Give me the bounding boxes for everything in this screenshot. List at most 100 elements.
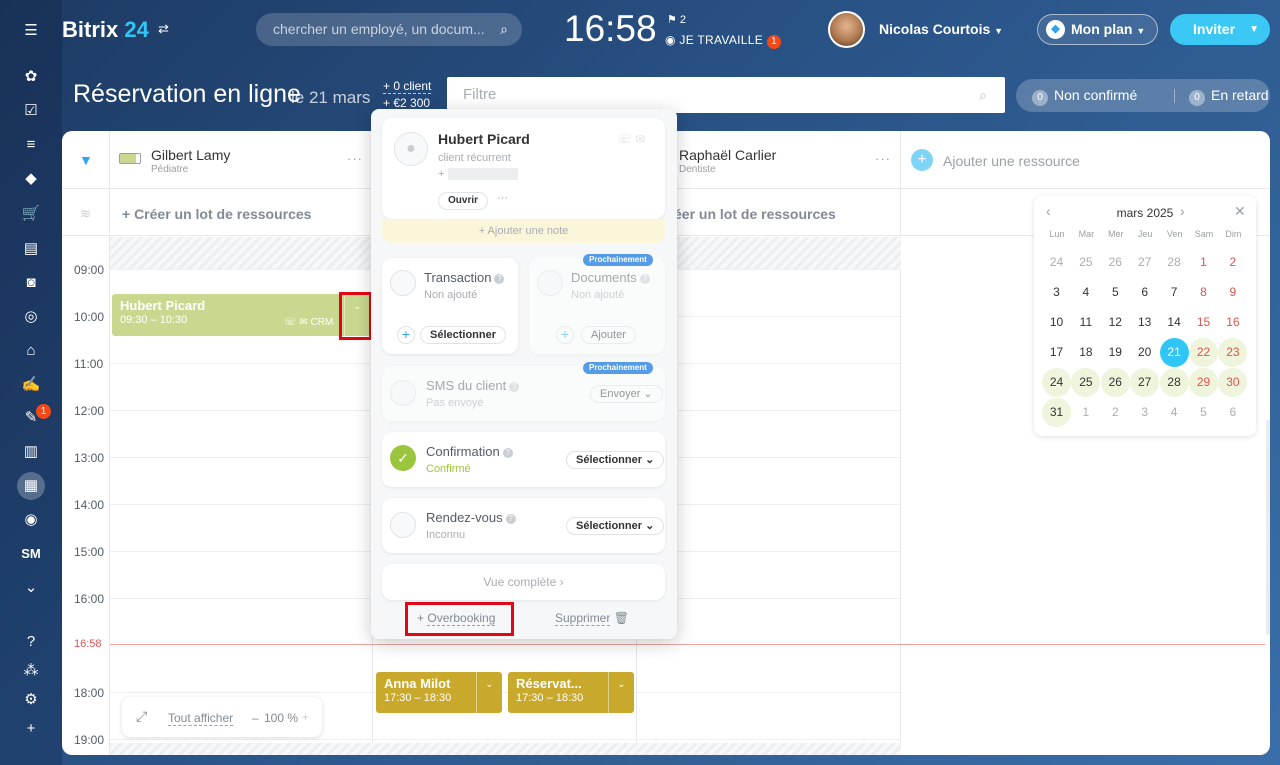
add-resource-button[interactable]: Ajouter une ressource bbox=[943, 153, 1080, 169]
calendar-day[interactable]: 28 bbox=[1160, 248, 1189, 277]
more-icon[interactable]: ··· bbox=[875, 151, 891, 166]
more-icon[interactable]: ··· bbox=[497, 192, 508, 204]
target-icon[interactable]: ◎ bbox=[20, 306, 42, 328]
expand-icon[interactable]: ⤢ bbox=[136, 708, 147, 725]
help-icon[interactable]: ? bbox=[502, 448, 513, 458]
calendar-day[interactable]: 1 bbox=[1071, 398, 1100, 427]
shop-cart-icon[interactable]: 🛒 bbox=[20, 203, 42, 225]
calendar-day[interactable]: 4 bbox=[1071, 278, 1100, 307]
signature-icon[interactable]: ✍ bbox=[20, 374, 42, 396]
booking-event[interactable]: Réservat... 17:30 – 18:30 ⌄ bbox=[508, 672, 634, 713]
contact-card-icon[interactable]: ▤ bbox=[20, 238, 42, 260]
invite-button[interactable]: Inviter ▼ bbox=[1170, 14, 1270, 45]
event-dropdown[interactable]: ⌄ bbox=[476, 672, 502, 713]
calendar-day[interactable]: 17 bbox=[1042, 338, 1071, 367]
calendar-day[interactable]: 3 bbox=[1042, 278, 1071, 307]
calendar-day[interactable]: 11 bbox=[1071, 308, 1100, 337]
calendar-day[interactable]: 13 bbox=[1130, 308, 1159, 337]
calendar-day[interactable]: 4 bbox=[1160, 398, 1189, 427]
feed-icon[interactable]: ✿ bbox=[20, 66, 42, 88]
calendar-day[interactable]: 14 bbox=[1160, 308, 1189, 337]
page-date[interactable]: le 21 mars bbox=[291, 88, 370, 108]
calendar-day[interactable]: 10 bbox=[1042, 308, 1071, 337]
inventory-icon[interactable]: ◆ bbox=[20, 168, 42, 190]
flag-counter[interactable]: ⚑ 2 bbox=[667, 13, 686, 26]
show-all-link[interactable]: Tout afficher bbox=[168, 711, 234, 726]
calendar-day[interactable]: 19 bbox=[1101, 338, 1130, 367]
calendar-day[interactable]: 25 bbox=[1071, 368, 1101, 397]
booking-calendar-icon[interactable]: ▦ bbox=[17, 472, 45, 500]
calendar-day[interactable]: 7 bbox=[1160, 278, 1189, 307]
delete-button[interactable]: Supprimer 🗑 bbox=[555, 611, 629, 626]
help-icon[interactable]: ? bbox=[639, 274, 650, 284]
analytics-icon[interactable]: ▥ bbox=[20, 441, 42, 463]
zoom-plus[interactable]: + bbox=[302, 710, 309, 724]
calendar-day[interactable]: 12 bbox=[1101, 308, 1130, 337]
calendar-day[interactable]: 2 bbox=[1218, 248, 1247, 277]
add-icon[interactable]: + bbox=[556, 326, 574, 344]
sitemap-icon[interactable]: ⁂ bbox=[20, 660, 42, 682]
calendar-day[interactable]: 6 bbox=[1218, 398, 1247, 427]
calendar-day[interactable]: 20 bbox=[1130, 338, 1159, 367]
crm-filter-icon[interactable]: ≡ bbox=[20, 134, 42, 156]
calendar-day[interactable]: 26 bbox=[1101, 248, 1130, 277]
calendar-day[interactable]: 9 bbox=[1218, 278, 1247, 307]
calendar-day[interactable]: 22 bbox=[1189, 338, 1218, 367]
calendar-day[interactable]: 1 bbox=[1189, 248, 1218, 277]
scrollbar[interactable] bbox=[1266, 420, 1270, 635]
calendar-day[interactable]: 26 bbox=[1100, 368, 1130, 397]
work-status[interactable]: ◉ JE TRAVAILLE 1 bbox=[665, 33, 782, 49]
chevron-left-icon[interactable]: ‹ bbox=[1046, 203, 1051, 219]
calendar-day[interactable]: 18 bbox=[1071, 338, 1100, 367]
booking-event[interactable]: Anna Milot 17:30 – 18:30 ⌄ bbox=[376, 672, 502, 713]
calendar-day[interactable]: 31 bbox=[1042, 398, 1071, 427]
resource-name-2[interactable]: Raphaël Carlier bbox=[679, 147, 776, 163]
calendar-day[interactable]: 5 bbox=[1101, 278, 1130, 307]
calendar-day[interactable]: 15 bbox=[1189, 308, 1218, 337]
calendar-day[interactable]: 5 bbox=[1189, 398, 1218, 427]
robot-icon[interactable]: ◙ bbox=[20, 272, 42, 294]
event-dropdown[interactable]: ⌄ bbox=[608, 672, 634, 713]
add-icon[interactable]: + bbox=[397, 326, 415, 344]
client-name[interactable]: Hubert Picard bbox=[438, 131, 530, 147]
caret-down-icon[interactable]: ▼ bbox=[1249, 14, 1259, 45]
calendar-day[interactable]: 27 bbox=[1130, 368, 1160, 397]
user-menu[interactable]: Nicolas Courtois ▼ bbox=[879, 21, 1003, 37]
filter-funnel-icon[interactable]: ▼ bbox=[79, 152, 93, 168]
logo[interactable]: Bitrix 24 bbox=[62, 17, 149, 43]
avatar[interactable] bbox=[828, 11, 865, 48]
help-icon[interactable]: ? bbox=[494, 274, 505, 284]
calendar-day[interactable]: 24 bbox=[1042, 248, 1071, 277]
unconfirmed-filter[interactable]: 0 Non confirmé bbox=[1032, 79, 1137, 112]
bank-icon[interactable]: ⌂ bbox=[20, 340, 42, 362]
sm-link[interactable]: SM bbox=[16, 543, 46, 565]
help-icon[interactable]: ? bbox=[505, 514, 516, 524]
full-view-button[interactable]: Vue complète › bbox=[382, 564, 665, 600]
calendar-day[interactable]: 25 bbox=[1071, 248, 1100, 277]
close-icon[interactable]: ✕ bbox=[1234, 203, 1246, 220]
plan-button[interactable]: ◆ Mon plan ▼ bbox=[1037, 14, 1158, 45]
chevron-right-icon[interactable]: › bbox=[1180, 203, 1185, 219]
filter-input[interactable]: Filtre ⌕ bbox=[447, 77, 1005, 113]
calendar-day[interactable]: 28 bbox=[1159, 368, 1189, 397]
chevron-down-icon[interactable]: ⌄ bbox=[20, 577, 42, 599]
calendar-day[interactable]: 3 bbox=[1130, 398, 1159, 427]
rendezvous-select-button[interactable]: Sélectionner ⌄ bbox=[566, 517, 665, 535]
transaction-select-button[interactable]: Sélectionner bbox=[420, 326, 507, 344]
sliders-icon[interactable]: ⇄ bbox=[158, 21, 169, 37]
help-icon[interactable]: ? bbox=[509, 382, 520, 392]
booking-event[interactable]: Hubert Picard 09:30 – 10:30 ☏ ✉ CRM ⌄ bbox=[112, 294, 370, 336]
calendar-day[interactable]: 8 bbox=[1189, 278, 1218, 307]
help-icon[interactable]: ? bbox=[20, 631, 42, 653]
stat-clients[interactable]: + 0 client bbox=[383, 79, 432, 94]
video-icon[interactable]: ◉ bbox=[20, 509, 42, 531]
calendar-day[interactable]: 21 bbox=[1159, 338, 1189, 367]
create-lot-button[interactable]: + Créer un lot de ressources bbox=[122, 206, 311, 222]
menu-icon[interactable]: ☰ bbox=[20, 20, 42, 42]
add-note-button[interactable]: + Ajouter une note bbox=[382, 219, 665, 243]
add-icon[interactable]: + bbox=[20, 718, 42, 740]
calendar-day[interactable]: 16 bbox=[1218, 308, 1247, 337]
phone-chat-icons[interactable]: ☏ ✉ bbox=[617, 132, 645, 146]
calendar-day[interactable]: 27 bbox=[1130, 248, 1159, 277]
late-filter[interactable]: 0 En retard bbox=[1189, 79, 1269, 112]
